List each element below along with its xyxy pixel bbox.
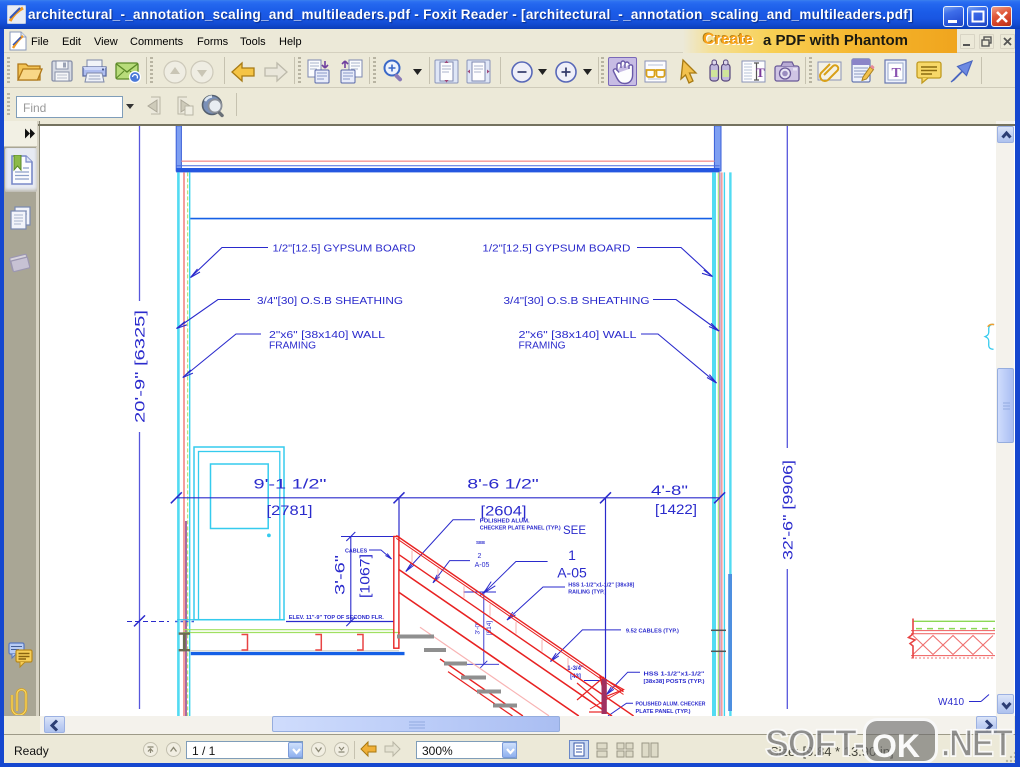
svg-text:HSS 1-1/2"x1-1/2": HSS 1-1/2"x1-1/2" xyxy=(644,672,706,678)
svg-text:4'-8": 4'-8" xyxy=(651,482,688,498)
svg-text:[2781]: [2781] xyxy=(267,502,313,518)
svg-text:PLATE PANEL (TYP.): PLATE PANEL (TYP.) xyxy=(636,709,691,715)
svg-text:CHECKER PLATE PANEL (TYP.): CHECKER PLATE PANEL (TYP.) xyxy=(480,526,561,532)
svg-text:[38x38] POSTS (TYP.): [38x38] POSTS (TYP.) xyxy=(644,679,705,685)
svg-text:9'-1 1/2": 9'-1 1/2" xyxy=(254,476,327,492)
svg-text:[1067]: [1067] xyxy=(357,554,373,598)
svg-text:2"x6" [38x140] WALL: 2"x6" [38x140] WALL xyxy=(519,330,638,341)
svg-text:RAILING (TYP.): RAILING (TYP.) xyxy=(568,590,606,596)
svg-text:ELEV. 11"-9" TOP OF SECOND FLR: ELEV. 11"-9" TOP OF SECOND FLR. xyxy=(289,615,385,621)
svg-text:1/2"[12.5] GYPSUM BOARD: 1/2"[12.5] GYPSUM BOARD xyxy=(482,244,630,255)
svg-text:2"x6" [38x140] WALL: 2"x6" [38x140] WALL xyxy=(269,330,386,341)
svg-text:32'-6" [9906]: 32'-6" [9906] xyxy=(779,460,795,560)
svg-text:FRAMING: FRAMING xyxy=(269,341,316,352)
svg-text:A-05: A-05 xyxy=(557,565,587,581)
svg-text:3'-6": 3'-6" xyxy=(332,555,348,595)
svg-text:POLISHED ALUM. CHECKER: POLISHED ALUM. CHECKER xyxy=(636,702,706,708)
svg-text:2: 2 xyxy=(478,553,482,560)
svg-text:HSS 1-1/2"x1-1/2" [38x38]: HSS 1-1/2"x1-1/2" [38x38] xyxy=(568,583,634,589)
svg-text:3/4"[30] O.S.B SHEATHING: 3/4"[30] O.S.B SHEATHING xyxy=(257,296,403,307)
svg-text:1-3/4": 1-3/4" xyxy=(567,666,584,672)
svg-text:T: T xyxy=(892,66,902,81)
svg-text:T: T xyxy=(756,65,765,80)
svg-text:20'-9" [6325]: 20'-9" [6325] xyxy=(132,310,148,423)
svg-text:[2604]: [2604] xyxy=(481,503,527,519)
svg-text:1: 1 xyxy=(568,547,576,563)
svg-text:1/2"[12.5] GYPSUM BOARD: 1/2"[12.5] GYPSUM BOARD xyxy=(273,244,416,255)
svg-text:3/4"[30] O.S.B SHEATHING: 3/4"[30] O.S.B SHEATHING xyxy=(504,296,650,307)
svg-text:W410: W410 xyxy=(938,697,965,708)
svg-text:SEE: SEE xyxy=(563,525,586,537)
svg-text:9.52 CABLES (TYP.): 9.52 CABLES (TYP.) xyxy=(626,629,679,635)
svg-text:CABLES: CABLES xyxy=(345,549,368,555)
svg-text:[1422]: [1422] xyxy=(655,501,697,517)
svg-text:A-05: A-05 xyxy=(475,562,490,569)
svg-text:FRAMING: FRAMING xyxy=(519,341,566,352)
svg-text:SEE: SEE xyxy=(476,540,485,545)
svg-text:POLISHED ALUM.: POLISHED ALUM. xyxy=(480,519,531,525)
svg-text:8'-6 1/2": 8'-6 1/2" xyxy=(467,476,539,492)
